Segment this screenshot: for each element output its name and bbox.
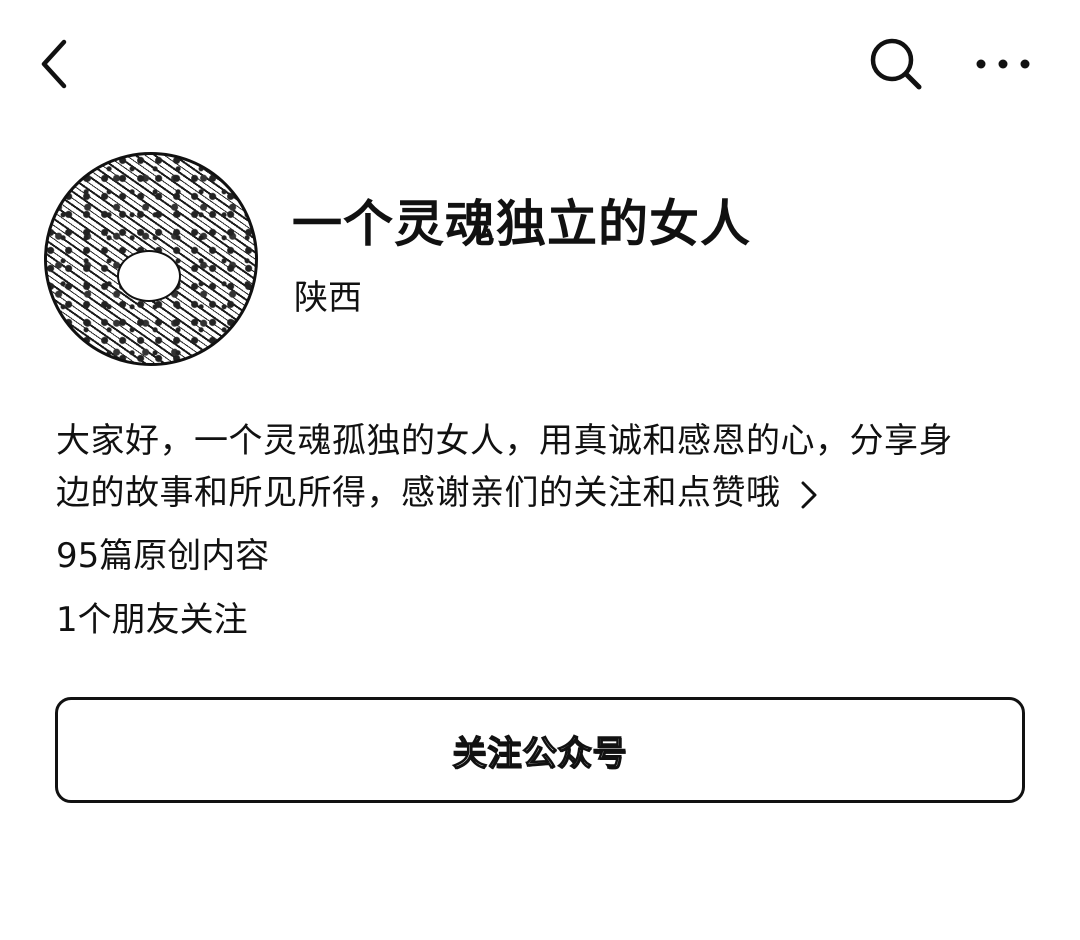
search-icon (870, 38, 922, 90)
more-dots-icon (976, 59, 1030, 69)
follow-button-label: 关注公众号 (452, 733, 628, 774)
follow-account-button[interactable]: 关注公众号 (55, 697, 1025, 803)
intro-line-1: 大家好，一个灵魂孤独的女人，用真诚和感恩的心，分享身 (56, 421, 953, 461)
back-chevron-icon (41, 39, 67, 89)
account-region: 陕西 (294, 278, 362, 318)
top-bar (0, 0, 1080, 130)
intro-line-2: 边的故事和所见所得，感谢亲们的关注和点赞哦 (56, 473, 781, 513)
original-articles-count[interactable]: 95篇原创内容 (56, 534, 269, 578)
intro-line-2-wrap: 边的故事和所见所得，感谢亲们的关注和点赞哦 (56, 467, 1032, 519)
more-button[interactable] (966, 34, 1040, 94)
account-name: 一个灵魂独立的女人 (292, 195, 751, 253)
search-button[interactable] (862, 30, 930, 98)
avatar-image-detail (117, 250, 181, 302)
back-button[interactable] (22, 28, 86, 100)
friends-following-count[interactable]: 1个朋友关注 (56, 598, 248, 642)
account-avatar[interactable] (44, 152, 258, 366)
chevron-right-icon (801, 481, 816, 508)
account-intro[interactable]: 大家好，一个灵魂孤独的女人，用真诚和感恩的心，分享身 边的故事和所见所得，感谢亲… (56, 415, 1032, 519)
